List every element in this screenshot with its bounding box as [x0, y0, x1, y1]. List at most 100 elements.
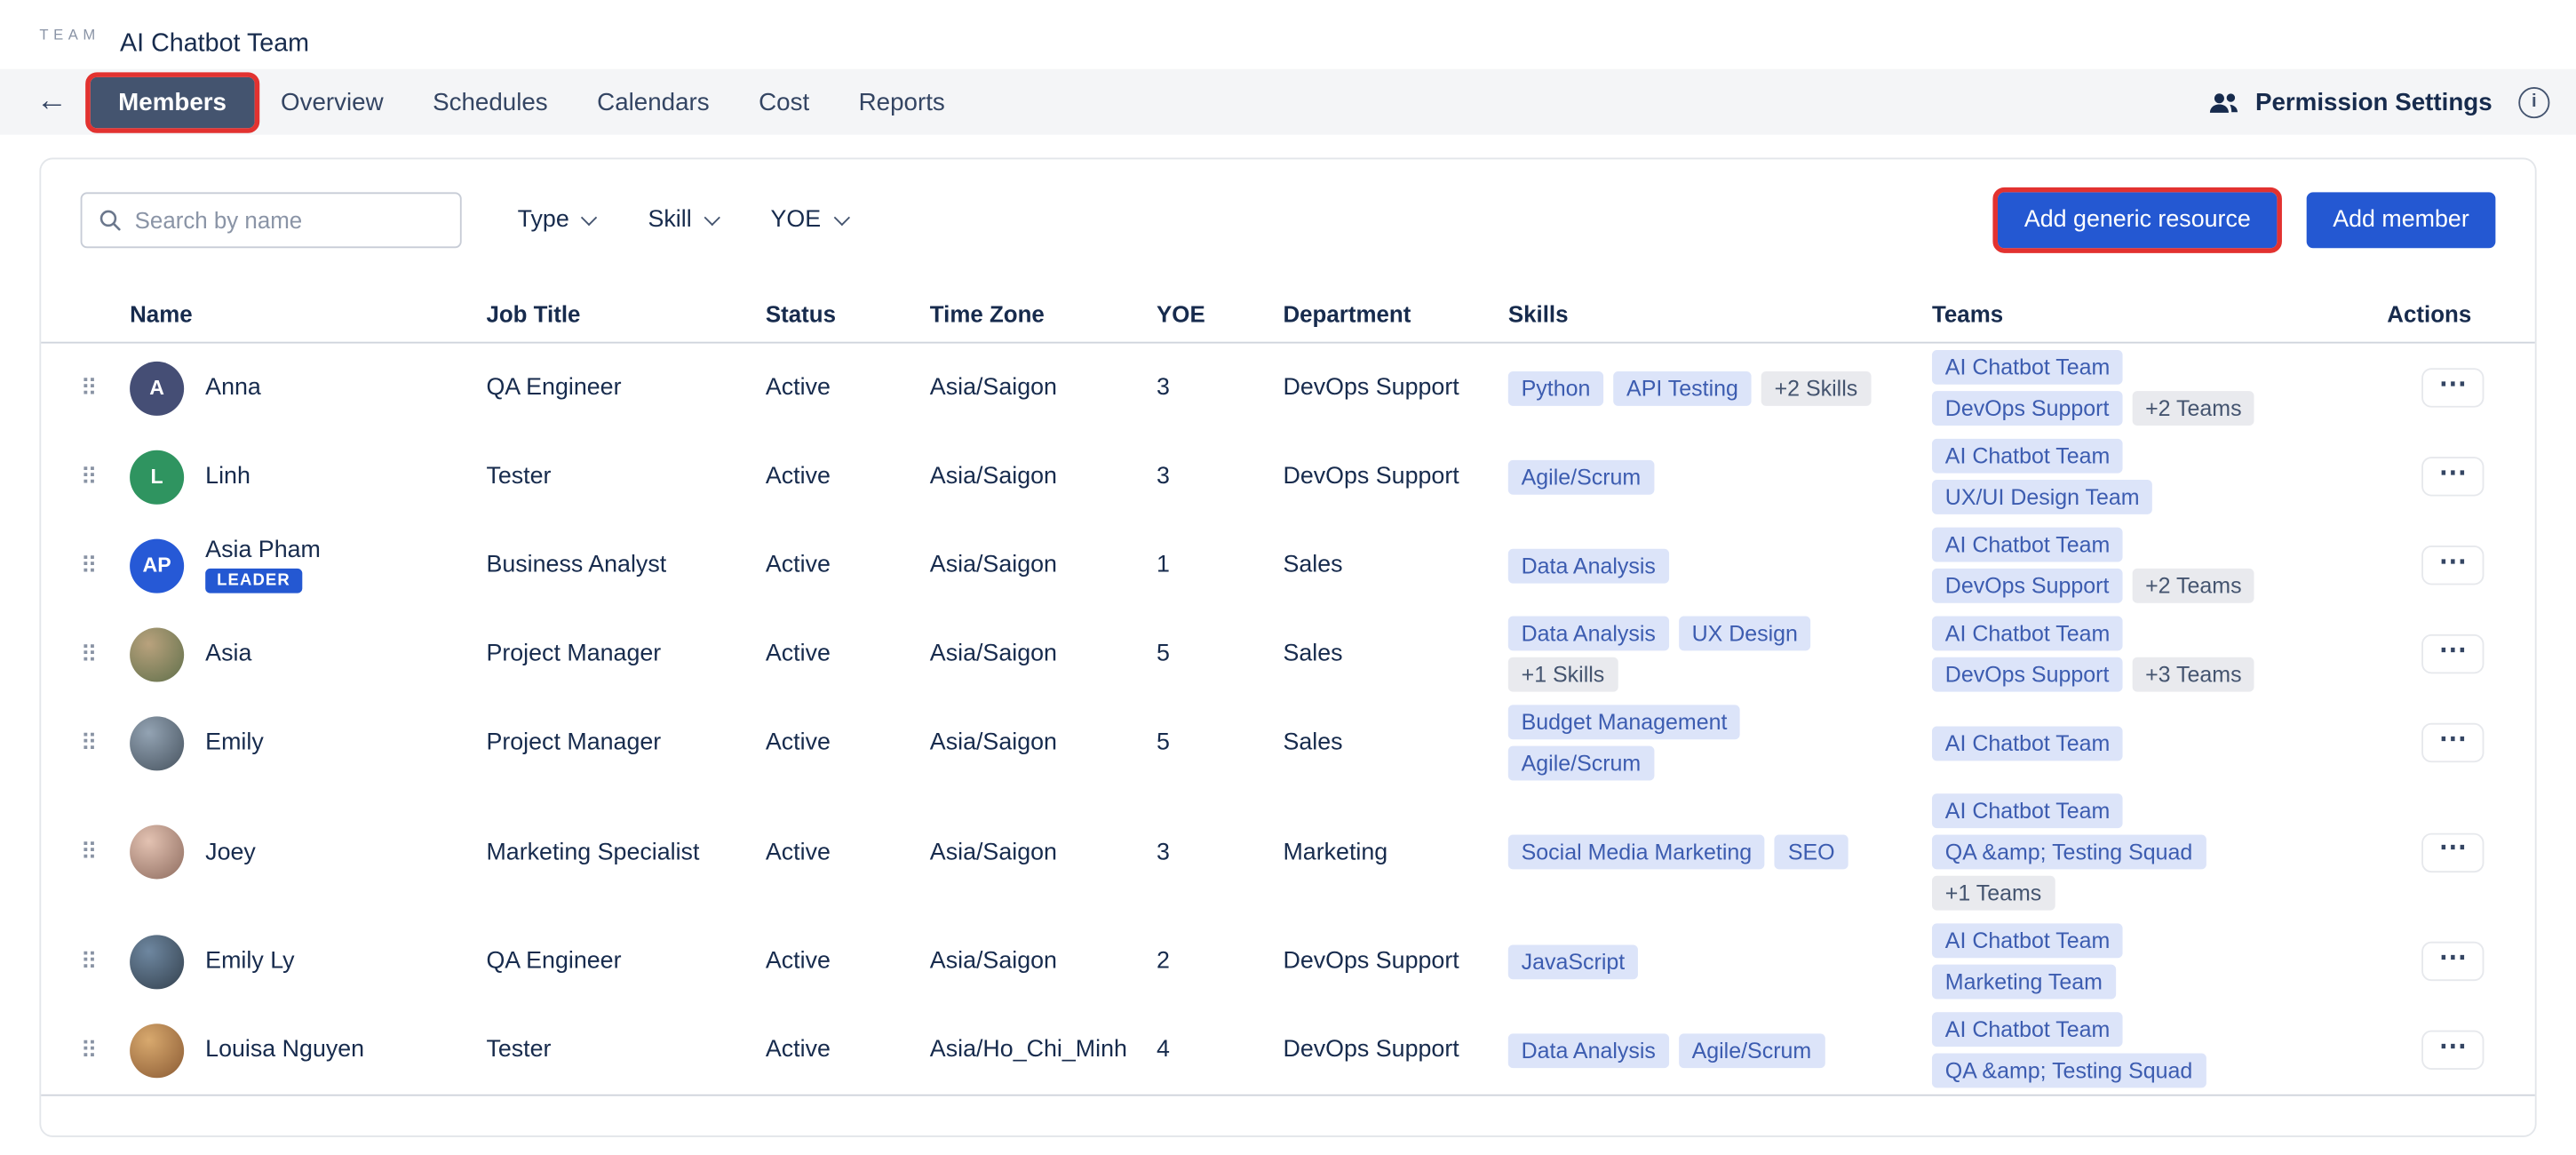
cell-job-title: Tester — [486, 464, 765, 490]
cell-department: DevOps Support — [1283, 1037, 1507, 1063]
info-icon[interactable]: i — [2518, 86, 2549, 117]
skill-chip: Data Analysis — [1508, 548, 1669, 583]
cell-teams: AI Chatbot TeamDevOps Support+2 Teams — [1932, 528, 2387, 603]
cell-name: APAsia PhamLEADER — [130, 538, 486, 593]
skill-chip: Agile/Scrum — [1508, 746, 1654, 781]
tab-cost[interactable]: Cost — [735, 76, 832, 127]
cell-yoe: 3 — [1157, 375, 1283, 402]
cell-name: AAnna — [130, 361, 486, 415]
cell-yoe: 5 — [1157, 641, 1283, 667]
add-generic-resource-button[interactable]: Add generic resource — [1998, 192, 2277, 248]
cell-status: Active — [766, 641, 930, 667]
cell-name: Emily Ly — [130, 934, 486, 988]
cell-yoe: 3 — [1157, 464, 1283, 490]
drag-handle-icon[interactable]: ⠿ — [81, 947, 130, 975]
skill-chip: Python — [1508, 370, 1603, 405]
tab-reports[interactable]: Reports — [836, 76, 968, 127]
cell-time-zone: Asia/Saigon — [930, 464, 1157, 490]
table-row: ⠿Louisa NguyenTesterActiveAsia/Ho_Chi_Mi… — [41, 1006, 2535, 1095]
more-teams-chip[interactable]: +3 Teams — [2132, 657, 2254, 692]
avatar — [130, 1023, 184, 1077]
cell-time-zone: Asia/Saigon — [930, 729, 1157, 756]
leader-badge: LEADER — [205, 569, 302, 593]
page-title: AI Chatbot Team — [120, 29, 309, 59]
row-actions-button[interactable]: ⋯ — [2421, 634, 2484, 673]
more-skills-chip[interactable]: +1 Skills — [1508, 657, 1618, 692]
column-header-teams: Teams — [1932, 300, 2387, 327]
filter-yoe[interactable]: YOE — [751, 197, 867, 243]
team-chip: Marketing Team — [1932, 965, 2116, 1000]
more-skills-chip[interactable]: +2 Skills — [1761, 370, 1871, 405]
cell-status: Active — [766, 729, 930, 756]
cell-job-title: Project Manager — [486, 729, 765, 756]
cell-job-title: Project Manager — [486, 641, 765, 667]
cell-yoe: 5 — [1157, 729, 1283, 756]
more-teams-chip[interactable]: +2 Teams — [2132, 569, 2254, 603]
more-teams-chip[interactable]: +2 Teams — [2132, 391, 2254, 426]
cell-department: Sales — [1283, 552, 1507, 578]
cell-department: Sales — [1283, 729, 1507, 756]
drag-handle-icon[interactable]: ⠿ — [81, 463, 130, 490]
skill-chip: API Testing — [1613, 370, 1751, 405]
row-actions-button[interactable]: ⋯ — [2421, 942, 2484, 981]
cell-name: Joey — [130, 824, 486, 879]
cell-department: DevOps Support — [1283, 375, 1507, 402]
cell-yoe: 3 — [1157, 839, 1283, 865]
cell-skills: Python API Testing +2 Skills — [1508, 370, 1932, 405]
team-chip: AI Chatbot Team — [1932, 726, 2123, 761]
cell-status: Active — [766, 464, 930, 490]
page: TEAM AI Chatbot Team ← MembersOverviewSc… — [0, 0, 2576, 1155]
chevron-down-icon — [833, 209, 849, 225]
filter-skill[interactable]: Skill — [628, 197, 737, 243]
cell-time-zone: Asia/Saigon — [930, 948, 1157, 975]
avatar — [130, 715, 184, 769]
column-header-actions: Actions — [2387, 300, 2518, 327]
drag-handle-icon[interactable]: ⠿ — [81, 552, 130, 579]
table-row: ⠿LLinhTesterActiveAsia/Saigon3DevOps Sup… — [41, 432, 2535, 521]
team-eyebrow-label: TEAM — [39, 27, 99, 43]
row-actions-button[interactable]: ⋯ — [2421, 457, 2484, 496]
column-header-name: Name — [130, 300, 486, 327]
cell-job-title: QA Engineer — [486, 948, 765, 975]
cell-name: Louisa Nguyen — [130, 1023, 486, 1077]
cell-time-zone: Asia/Saigon — [930, 641, 1157, 667]
skill-chip: JavaScript — [1508, 944, 1638, 979]
toolbar: Type Skill YOE Add generic resource Add me… — [41, 192, 2535, 248]
add-member-button[interactable]: Add member — [2307, 192, 2496, 248]
cell-name: Asia — [130, 627, 486, 681]
search-input[interactable] — [135, 207, 444, 234]
table-body: ⠿AAnnaQA EngineerActiveAsia/Saigon3DevOp… — [41, 344, 2535, 1096]
drag-handle-icon[interactable]: ⠿ — [81, 640, 130, 667]
cell-status: Active — [766, 948, 930, 975]
cell-skills: Budget ManagementAgile/Scrum — [1508, 705, 1932, 780]
cell-skills: Data Analysis — [1508, 548, 1932, 583]
cell-status: Active — [766, 839, 930, 865]
skill-chip: UX Design — [1679, 617, 1811, 651]
tabbar-actions: Permission Settings i — [2206, 86, 2549, 117]
row-actions-button[interactable]: ⋯ — [2421, 723, 2484, 762]
drag-handle-icon[interactable]: ⠿ — [81, 838, 130, 865]
permission-settings-button[interactable]: Permission Settings — [2206, 88, 2492, 116]
drag-handle-icon[interactable]: ⠿ — [81, 1036, 130, 1063]
avatar — [130, 824, 184, 879]
tab-members[interactable]: Members — [91, 76, 255, 127]
table-header: NameJob TitleStatusTime ZoneYOEDepartmen… — [41, 284, 2535, 344]
cell-time-zone: Asia/Ho_Chi_Minh — [930, 1037, 1157, 1063]
cell-status: Active — [766, 375, 930, 402]
row-actions-button[interactable]: ⋯ — [2421, 1031, 2484, 1070]
row-actions-button[interactable]: ⋯ — [2421, 832, 2484, 872]
tab-overview[interactable]: Overview — [258, 76, 406, 127]
avatar: A — [130, 361, 184, 415]
chevron-down-icon — [582, 209, 598, 225]
back-arrow-icon[interactable]: ← — [36, 84, 81, 119]
drag-handle-icon[interactable]: ⠿ — [81, 374, 130, 402]
row-actions-button[interactable]: ⋯ — [2421, 546, 2484, 585]
tab-calendars[interactable]: Calendars — [574, 76, 732, 127]
cell-job-title: Marketing Specialist — [486, 839, 765, 865]
tab-schedules[interactable]: Schedules — [409, 76, 570, 127]
filter-type[interactable]: Type — [497, 197, 615, 243]
drag-handle-icon[interactable]: ⠿ — [81, 729, 130, 756]
row-actions-button[interactable]: ⋯ — [2421, 368, 2484, 407]
more-teams-chip[interactable]: +1 Teams — [1932, 876, 2055, 911]
member-name: Asia — [205, 641, 251, 667]
